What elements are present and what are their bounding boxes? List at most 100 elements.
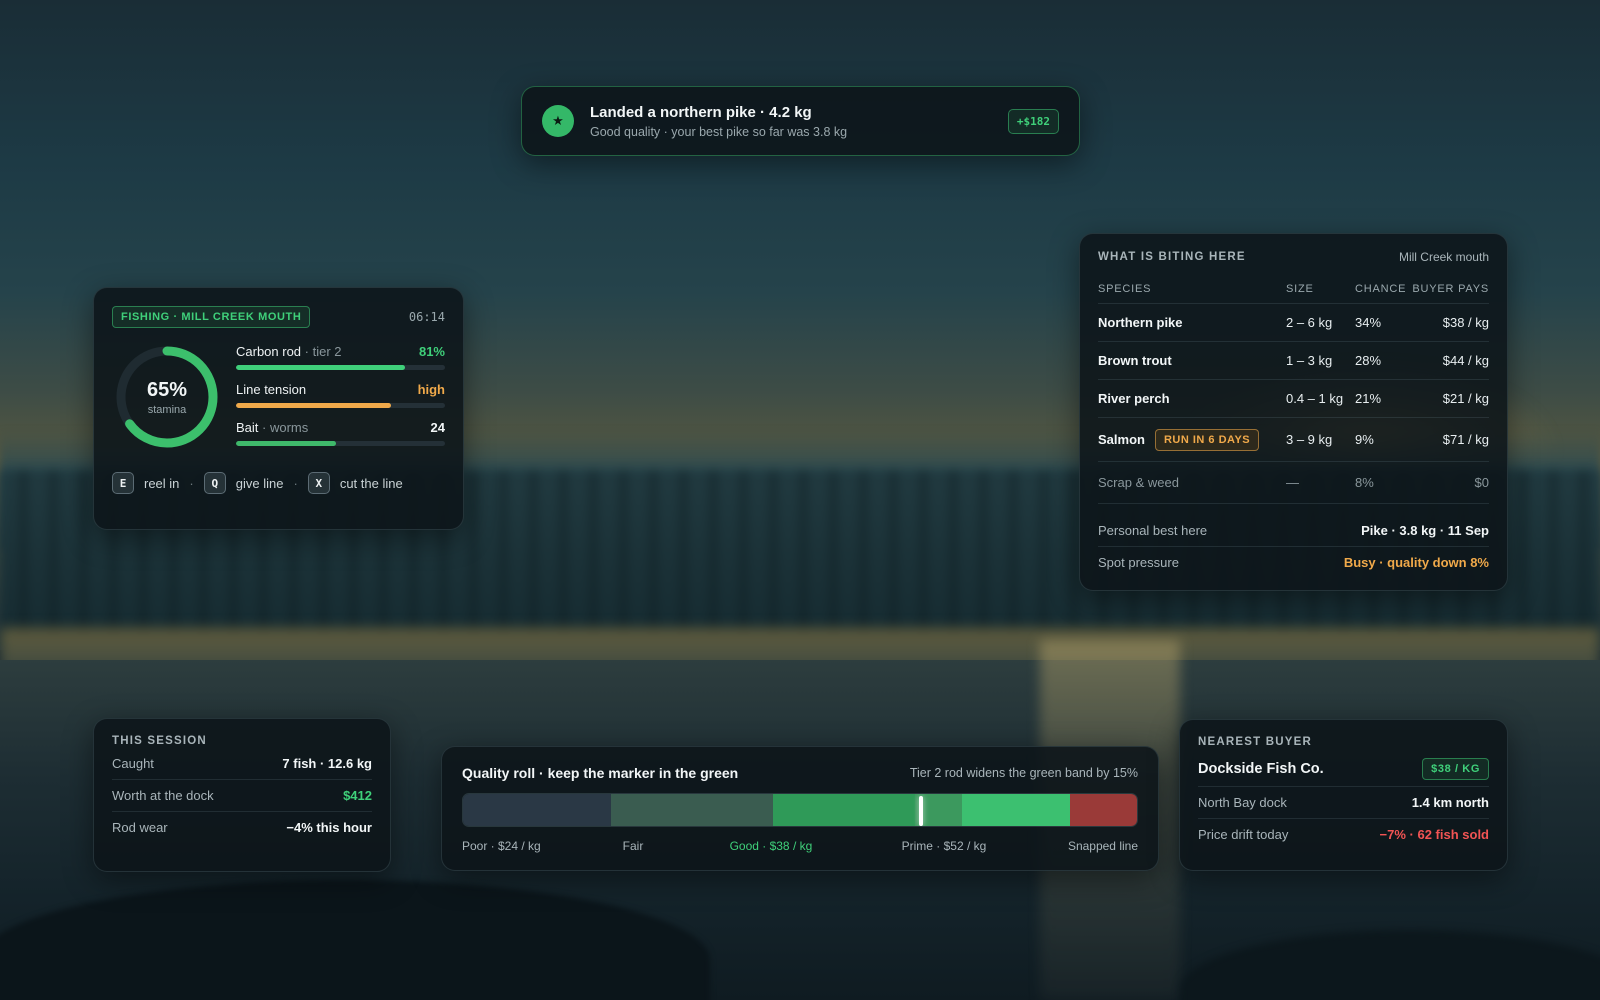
gear-stats: Carbon rod · tier 2 81% Line tension hig… [236,344,445,458]
species-chance: 34% [1355,315,1382,330]
quality-segment-snapped [1069,794,1137,826]
stat-value: 24 [430,420,445,435]
spot-pressure-value: Busy · quality down 8% [1343,555,1489,570]
rod-condition-bar [236,365,406,370]
col-buyer-pays: BUYER PAYS [1412,282,1489,295]
species-location: Mill Creek mouth [1398,250,1489,264]
session-label: Rod wear [112,820,168,835]
quality-segment-fair [611,794,774,826]
species-size: 3 – 9 kg [1286,432,1333,447]
stat-rod: Carbon rod · tier 2 81% [236,344,445,370]
species-name: Northern pike [1098,315,1183,330]
reward-badge: +$182 [1007,108,1059,134]
catch-subtitle: Good quality · your best pike so far was… [590,124,848,139]
species-chance: 9% [1355,432,1374,447]
table-row[interactable]: River perch 0.4 – 1 kg 21% $21 / kg [1098,380,1489,418]
species-price: $21 / kg [1442,391,1489,406]
species-name: Salmon [1098,432,1145,447]
species-size: — [1286,475,1299,490]
session-title: THIS SESSION [112,735,207,747]
personal-best-label: Personal best here [1098,522,1208,538]
buyer-value: 1.4 km north [1411,795,1489,810]
buyer-label: Price drift today [1198,827,1289,842]
buyer-row: North Bay dock 1.4 km north [1198,786,1489,818]
catch-notification: ★ Landed a northern pike · 4.2 kg Good q… [521,86,1080,156]
quality-label: Fair [622,839,644,853]
spot-pressure-row: Spot pressure Busy · quality down 8% [1098,546,1489,578]
quality-labels: Poor · $24 / kg Fair Good · $38 / kg Prime … [462,839,1138,855]
buyer-price-badge: $38 / KG [1422,758,1489,780]
quality-roll-title: Quality roll · keep the marker in the gr… [462,765,739,781]
quality-meter [462,793,1138,827]
bait-count-bar [236,441,337,446]
species-price: $71 / kg [1442,432,1489,447]
spot-pressure-label: Spot pressure [1098,555,1179,570]
stat-value: 81% [418,344,445,359]
catch-title: Landed a northern pike · 4.2 kg [590,103,812,121]
buyer-label: North Bay dock [1198,795,1287,810]
stat-label: Carbon rod [236,344,302,359]
quality-label: Prime · $52 / kg [901,839,987,853]
session-row: Caught 7 fish · 12.6 kg [112,747,372,779]
quality-segment-poor [463,794,612,826]
buyer-row: Price drift today −7% · 62 fish sold [1198,818,1489,850]
quality-roll-panel: Quality roll · keep the marker in the gr… [441,746,1159,871]
species-chance: 28% [1355,353,1382,368]
quality-marker [919,796,924,826]
quality-label: Good · $38 / kg [729,839,813,853]
table-row-scrap[interactable]: Scrap & weed — 8% $0 [1098,462,1489,504]
star-icon: ★ [542,105,574,137]
species-table: SPECIES SIZE CHANCE BUYER PAYS Northern … [1098,274,1489,504]
stat-value: high [417,382,445,397]
stat-tension: Line tension high [236,382,445,408]
col-size: SIZE [1286,282,1314,295]
session-value: $412 [343,788,372,803]
session-value: 7 fish · 12.6 kg [282,755,372,771]
fishing-status-panel: FISHING · MILL CREEK MOUTH 06:14 65% sta… [93,287,464,530]
stamina-label: stamina [147,403,187,416]
location-tag: FISHING · MILL CREEK MOUTH [112,306,311,328]
session-row: Rod wear −4% this hour [112,811,372,843]
table-row[interactable]: Brown trout 1 – 3 kg 28% $44 / kg [1098,342,1489,380]
key-q-button[interactable]: Q [203,472,226,494]
buyer-title: NEAREST BUYER [1198,736,1313,748]
species-panel: WHAT IS BITING HERE Mill Creek mouth SPE… [1079,233,1508,591]
species-price: $44 / kg [1442,353,1489,368]
buyer-panel: NEAREST BUYER Dockside Fish Co. $38 / KG… [1179,719,1508,871]
col-species: SPECIES [1098,282,1152,295]
table-row[interactable]: Northern pike 2 – 6 kg 34% $38 / kg [1098,304,1489,342]
species-name: Brown trout [1098,353,1172,368]
species-panel-title: WHAT IS BITING HERE [1098,251,1246,263]
species-chance: 21% [1355,391,1382,406]
species-price: $38 / kg [1442,315,1489,330]
species-price: $0 [1474,475,1489,490]
stat-sub: · worms [258,420,309,435]
stat-sub: · tier 2 [301,344,342,359]
quality-roll-note: Tier 2 rod widens the green band by 15% [909,766,1138,780]
cut-line-label: cut the line [339,475,403,491]
stamina-ring: 65% stamina [114,344,220,450]
game-clock: 06:14 [408,310,445,324]
session-value: −4% this hour [286,820,372,835]
key-x-button[interactable]: X [307,472,330,494]
table-row[interactable]: Salmon RUN IN 6 DAYS 3 – 9 kg 9% $71 / k… [1098,418,1489,462]
stat-bait: Bait · worms 24 [236,420,445,446]
stat-label: Line tension [236,382,307,397]
species-size: 1 – 3 kg [1286,353,1333,368]
separator: · [293,475,298,491]
reel-in-label: reel in [144,475,180,491]
quality-label: Poor · $24 / kg [462,839,541,853]
session-row: Worth at the dock $412 [112,779,372,811]
stat-label: Bait [236,420,259,435]
key-e-button[interactable]: E [112,472,134,494]
species-chance: 8% [1355,475,1374,490]
session-label: Worth at the dock [112,788,214,803]
species-size: 2 – 6 kg [1286,315,1333,330]
separator: · [189,475,194,491]
table-header: SPECIES SIZE CHANCE BUYER PAYS [1098,274,1489,304]
species-footer: Personal best here Pike · 3.8 kg · 11 Se… [1098,514,1489,578]
species-size: 0.4 – 1 kg [1286,391,1344,406]
give-line-label: give line [235,475,284,491]
buyer-name: Dockside Fish Co. [1198,761,1324,777]
col-chance: CHANCE [1355,282,1407,295]
